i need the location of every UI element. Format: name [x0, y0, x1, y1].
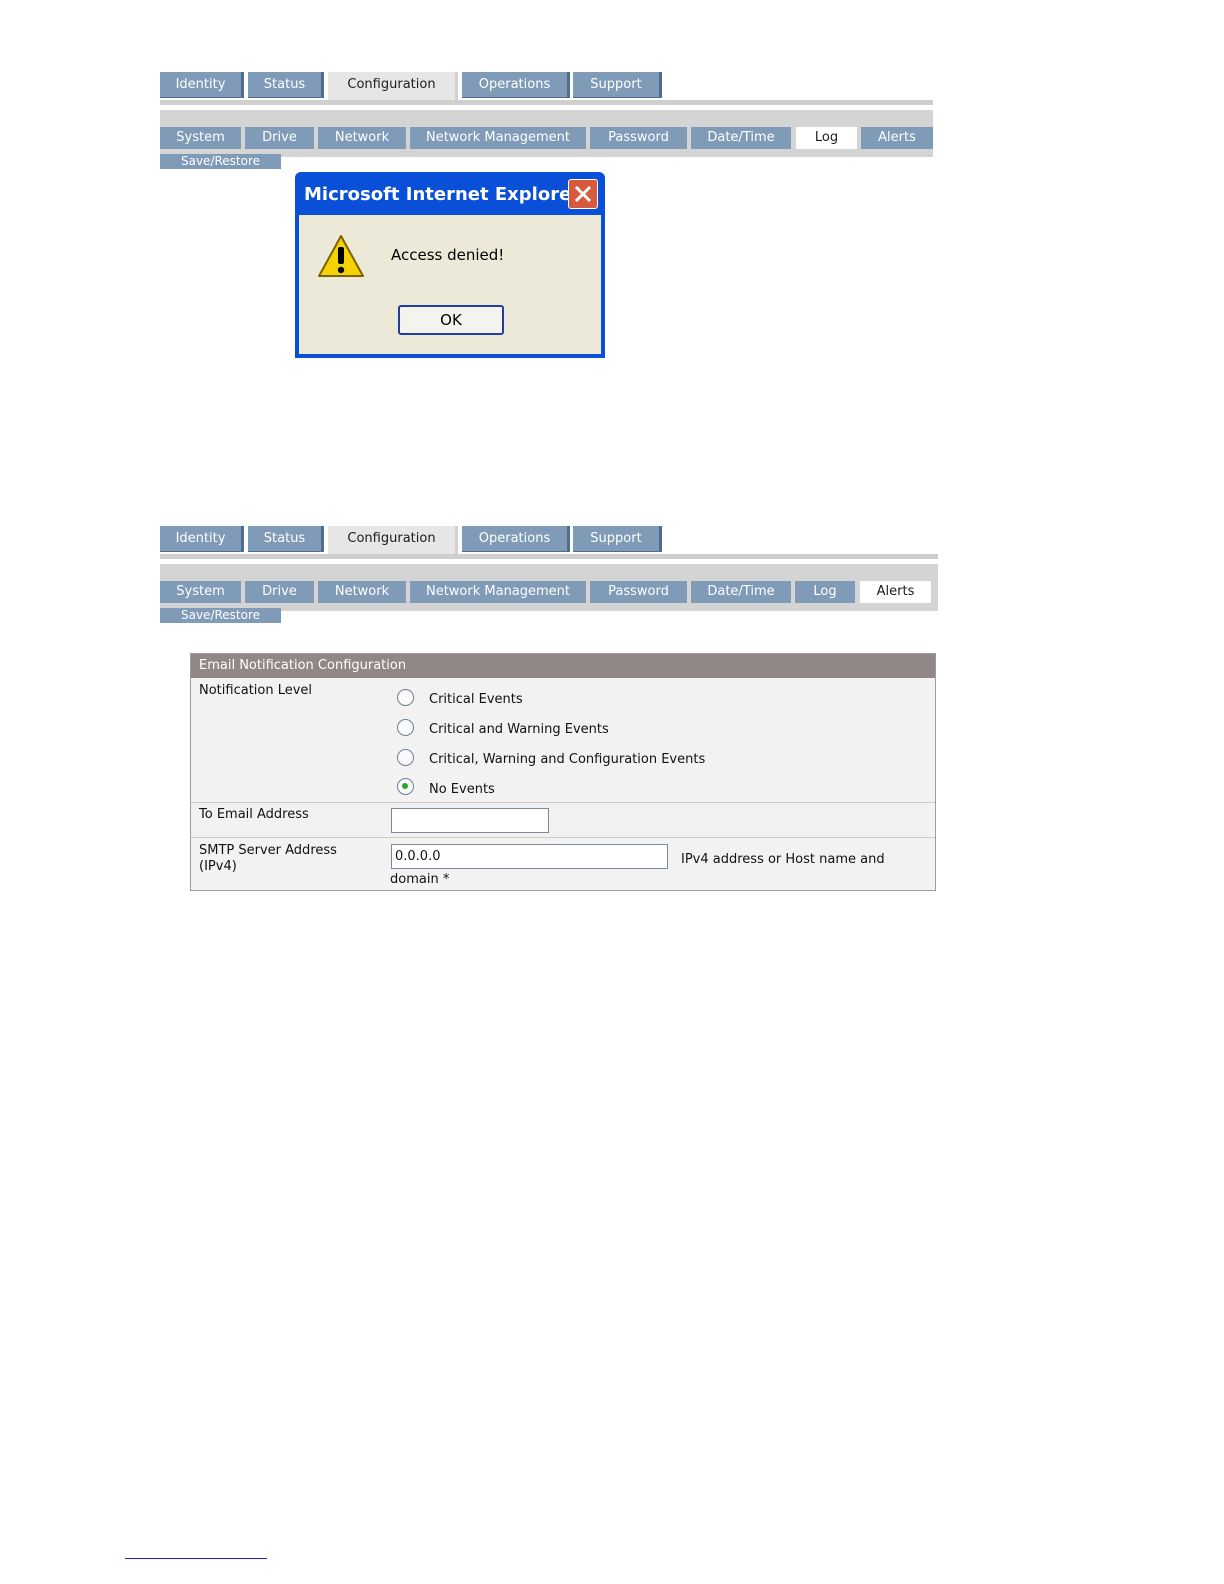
close-icon[interactable] [568, 179, 598, 209]
tab-divider [160, 100, 933, 105]
alert-dialog: Microsoft Internet Explorer Access denie… [295, 172, 605, 358]
tab-identity[interactable]: Identity [160, 526, 244, 552]
subtab-date-time[interactable]: Date/Time [691, 127, 791, 149]
dialog-title: Microsoft Internet Explorer [304, 184, 581, 205]
tab-operations[interactable]: Operations [462, 526, 570, 552]
tab-status[interactable]: Status [248, 526, 324, 552]
main-tabs: Identity Status Configuration Operations… [160, 526, 938, 556]
notification-level-label: Notification Level [199, 683, 313, 698]
subtab-network[interactable]: Network [318, 127, 406, 149]
subtab-log[interactable]: Log [795, 581, 855, 603]
to-email-label: To Email Address [199, 807, 309, 822]
subtab-network[interactable]: Network [318, 581, 406, 603]
tab-support[interactable]: Support [573, 72, 662, 98]
subtab-alerts[interactable]: Alerts [860, 581, 931, 603]
radio-label-critical-warning-config-events: Critical, Warning and Configuration Even… [429, 752, 706, 767]
radio-critical-warning-config-events[interactable] [397, 749, 414, 766]
subtab-drive[interactable]: Drive [245, 127, 314, 149]
panel-title: Email Notification Configuration [191, 654, 935, 678]
smtp-hint-line2: domain * [390, 872, 450, 887]
subtab-log[interactable]: Log [796, 127, 857, 149]
to-email-input[interactable] [391, 808, 549, 833]
smtp-label: SMTP Server Address (IPv4) [199, 843, 337, 875]
tab-status[interactable]: Status [248, 72, 324, 98]
subtab-date-time[interactable]: Date/Time [691, 581, 791, 603]
dialog-message: Access denied! [391, 246, 505, 264]
dialog-body: Access denied! OK [299, 215, 601, 354]
smtp-label-line1: SMTP Server Address [199, 843, 337, 858]
ok-button[interactable]: OK [398, 305, 504, 335]
subtab-network-management[interactable]: Network Management [410, 581, 586, 603]
radio-critical-events[interactable] [397, 689, 414, 706]
radio-no-events[interactable] [397, 778, 414, 795]
radio-label-critical-events: Critical Events [429, 692, 523, 707]
tab-configuration[interactable]: Configuration [328, 526, 458, 556]
smtp-label-line2: (IPv4) [199, 859, 237, 874]
subtab-password[interactable]: Password [590, 127, 687, 149]
subtab-system[interactable]: System [160, 581, 241, 603]
radio-label-critical-warning-events: Critical and Warning Events [429, 722, 609, 737]
radio-label-no-events: No Events [429, 782, 495, 797]
email-notification-panel: Email Notification Configuration Notific… [190, 653, 936, 891]
tab-divider [160, 554, 938, 559]
tab-configuration[interactable]: Configuration [328, 72, 458, 102]
main-tabs: Identity Status Configuration Operations… [160, 72, 933, 102]
radio-critical-warning-events[interactable] [397, 719, 414, 736]
smtp-hint-line1: IPv4 address or Host name and [681, 852, 885, 867]
row-divider [191, 837, 935, 838]
row-divider [191, 802, 935, 803]
subtab-system[interactable]: System [160, 127, 241, 149]
subtab-save-restore[interactable]: Save/Restore [160, 608, 281, 623]
tab-identity[interactable]: Identity [160, 72, 244, 98]
smtp-server-input[interactable]: 0.0.0.0 [391, 844, 668, 869]
subtab-save-restore[interactable]: Save/Restore [160, 154, 281, 169]
tab-support[interactable]: Support [573, 526, 662, 552]
subtab-network-management[interactable]: Network Management [410, 127, 586, 149]
subtab-drive[interactable]: Drive [245, 581, 314, 603]
tab-operations[interactable]: Operations [462, 72, 570, 98]
footnote-rule [125, 1558, 267, 1559]
subtab-password[interactable]: Password [590, 581, 687, 603]
subtab-alerts[interactable]: Alerts [861, 127, 933, 149]
warning-icon [317, 233, 365, 283]
